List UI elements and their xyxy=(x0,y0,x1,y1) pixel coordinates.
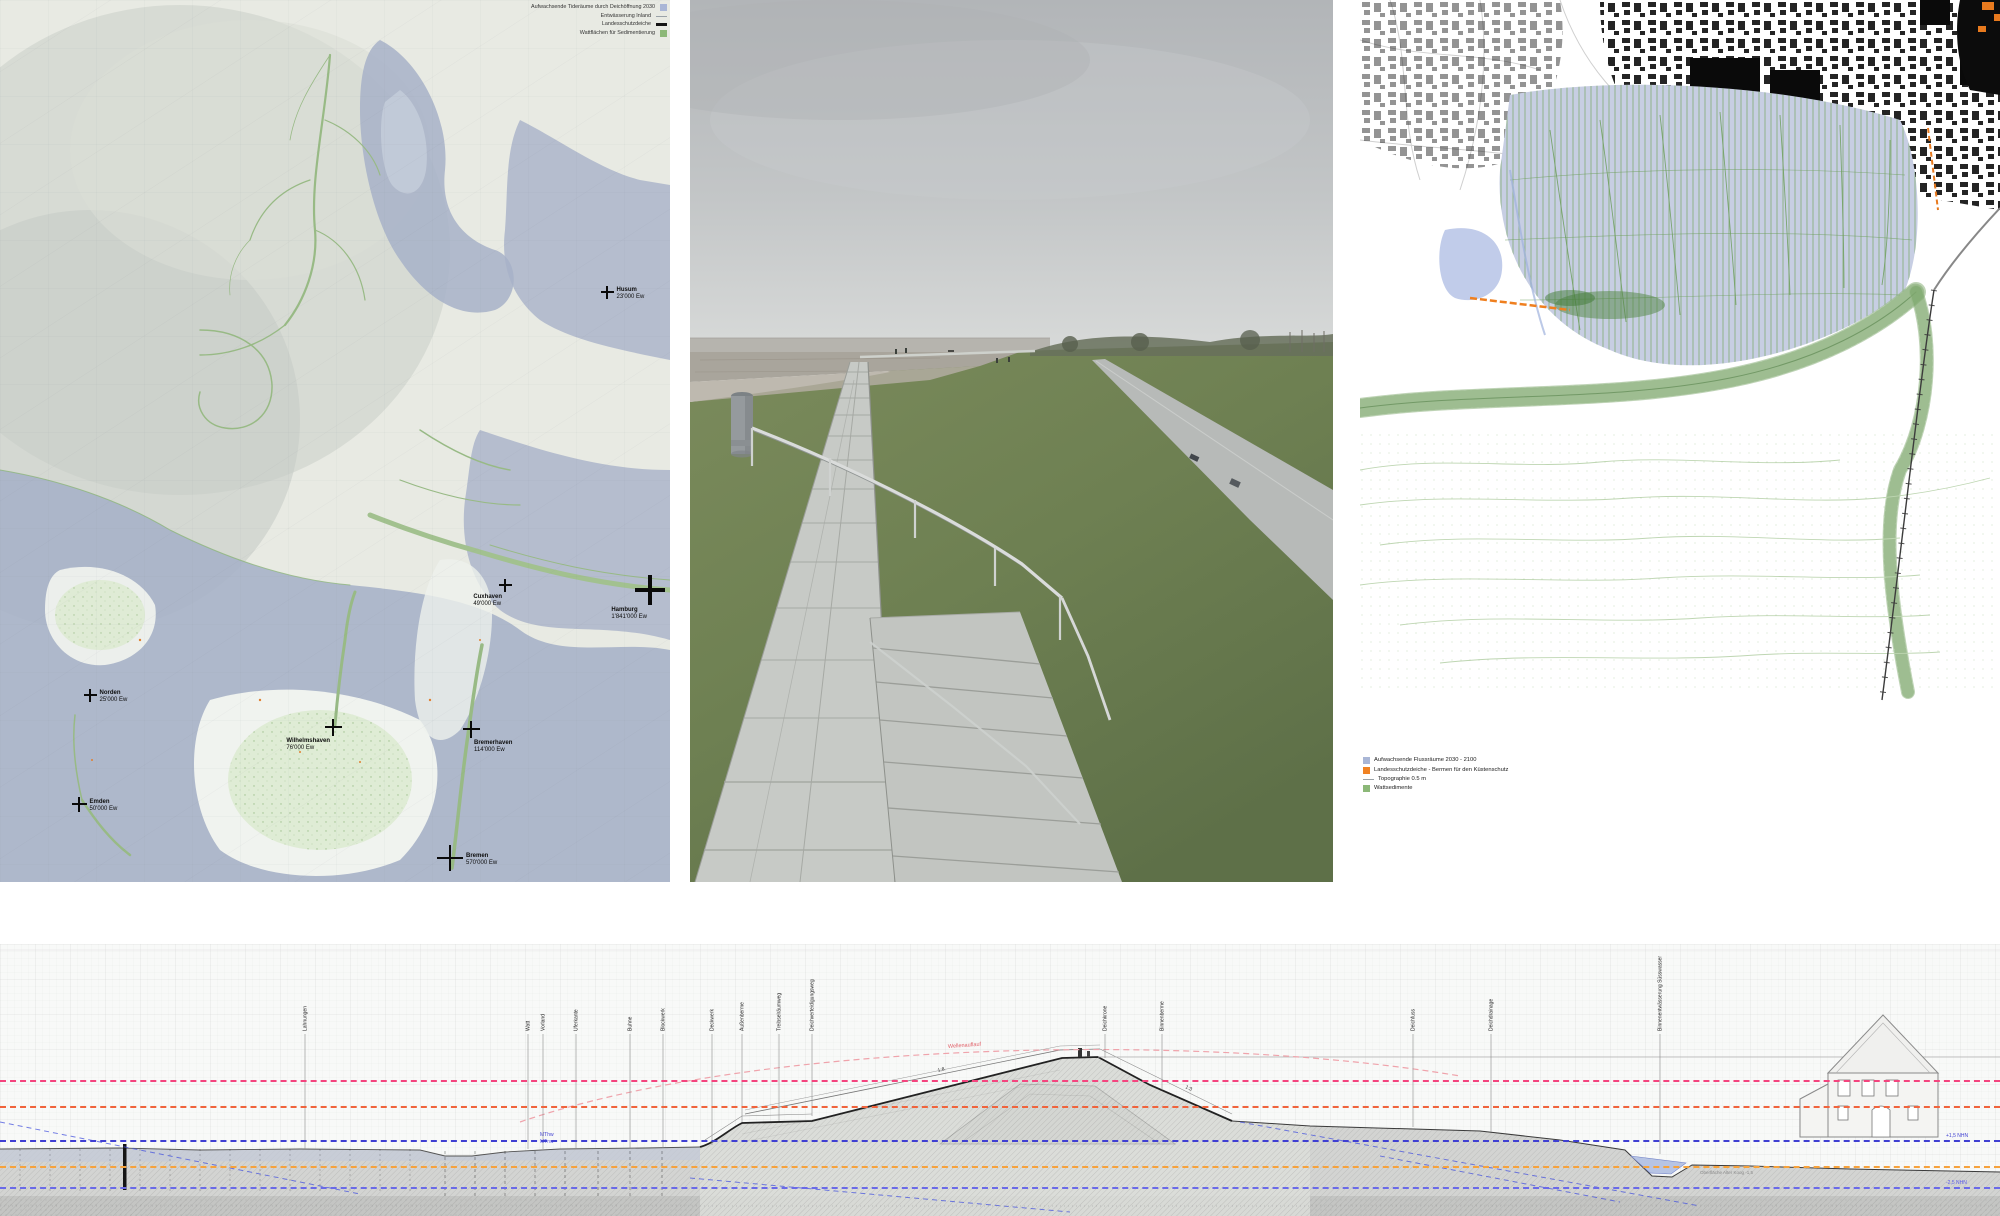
legend-swatch-thin-line xyxy=(1363,779,1374,780)
city-label: Norden25'000 Ew xyxy=(100,690,128,704)
section-label: Deckwerk xyxy=(710,1009,716,1031)
legend-swatch-thick-line xyxy=(656,23,667,26)
city-label: Bremen570'000 Ew xyxy=(466,853,497,867)
legend-row: Wattsedimente xyxy=(1363,785,1508,792)
section-label: Treibselräumweg xyxy=(777,993,783,1031)
legend-swatch-square xyxy=(660,4,667,11)
section-label: Buhne xyxy=(628,1016,634,1031)
legend-label: Entwässerung Inland xyxy=(601,14,651,20)
legend-label: Wattsedimente xyxy=(1374,785,1412,791)
dike-cross-section: 1:8 1:3 Wellenauflauf MThw MTnw +1,5 NHN… xyxy=(0,944,2000,1216)
city-label: Emden50'000 Ew xyxy=(90,799,118,813)
city-label: Bremerhaven114'000 Ew xyxy=(474,740,512,754)
map-left-legend: Aufwachsende Tideräume durch Deichöffnun… xyxy=(531,4,667,37)
level-right-top-label: +1,5 NHN xyxy=(1946,1133,1968,1139)
legend-row: Landesschutzdeiche - Bermen für den Küst… xyxy=(1363,767,1508,774)
legend-label: Landesschutzdeiche - Bermen für den Küst… xyxy=(1374,767,1508,773)
legend-row: Wattflächen für Sedimentierung xyxy=(580,30,667,37)
dike-photo-panel xyxy=(690,0,1333,882)
koog-surface-label: Oberfläche Alter Koog -1,5 xyxy=(1700,1170,1754,1175)
legend-label: Landesschutzdeiche xyxy=(602,22,651,28)
city-label: Wilhelmshaven76'000 Ew xyxy=(286,738,330,752)
section-label: Deichdrainage xyxy=(1489,999,1495,1031)
legend-label: Topographie 0.5 m xyxy=(1378,776,1426,782)
city-label: Husum23'000 Ew xyxy=(617,287,645,301)
section-label: Binnenentwässerung Süsswasser xyxy=(1658,956,1664,1031)
legend-row: Topographie 0.5 m xyxy=(1363,776,1508,782)
coastal-map-panel: Aufwachsende Tideräume durch Deichöffnun… xyxy=(0,0,670,882)
section-label: Deichverteidigungsweg xyxy=(810,979,816,1031)
map-right-legend: Aufwachsende Flussräume 2030 - 2100 Lande… xyxy=(1363,757,1508,792)
site-plan-panel: Aufwachsende Flussräume 2030 - 2100 Lande… xyxy=(1360,0,2000,882)
legend-label: Aufwachsende Tideräume durch Deichöffnun… xyxy=(531,5,655,11)
legend-row: Aufwachsende Tideräume durch Deichöffnun… xyxy=(531,4,667,11)
legend-label: Wattflächen für Sedimentierung xyxy=(580,31,655,37)
level-right-bottom-label: -2,5 NHN xyxy=(1946,1180,1967,1186)
section-label: Binnenberme xyxy=(1160,1001,1166,1031)
presentation-board: Aufwachsende Tideräume durch Deichöffnun… xyxy=(0,0,2000,1216)
section-label: Uferkante xyxy=(574,1009,580,1031)
site-plan-illustration xyxy=(1360,0,2000,882)
section-label: Lahnungen xyxy=(303,1006,309,1031)
section-label: Blockwerk xyxy=(661,1008,667,1031)
cross-section-drawing: 1:8 1:3 Wellenauflauf MThw MTnw +1,5 NHN… xyxy=(0,944,2000,1216)
legend-swatch-square xyxy=(1363,785,1370,792)
legend-swatch-square xyxy=(660,30,667,37)
section-label: Watt xyxy=(526,1020,532,1031)
legend-swatch-square xyxy=(1363,767,1370,774)
section-label: Deichkrone xyxy=(1103,1005,1109,1031)
dike-photo-illustration xyxy=(690,0,1333,882)
legend-label: Aufwachsende Flussräume 2030 - 2100 xyxy=(1374,757,1476,763)
city-markers-layer: Husum23'000 Ew Norden25'000 Ew Emden50'000… xyxy=(0,0,670,882)
city-label: Cuxhaven49'000 Ew xyxy=(473,594,502,608)
section-label: Vorland xyxy=(541,1014,547,1031)
section-label: Deichfuss xyxy=(1411,1009,1417,1031)
mtnw-label: MTnw xyxy=(540,1139,554,1145)
legend-swatch-square xyxy=(1363,757,1370,764)
legend-row: Entwässerung Inland xyxy=(601,14,667,20)
section-label: Außenberme xyxy=(740,1002,746,1031)
legend-swatch-thin-line xyxy=(656,16,667,17)
city-label: Hamburg1'841'000 Ew xyxy=(611,607,647,621)
legend-row: Aufwachsende Flussräume 2030 - 2100 xyxy=(1363,757,1508,764)
mthw-label: MThw xyxy=(540,1132,554,1138)
legend-row: Landesschutzdeiche xyxy=(602,22,667,28)
